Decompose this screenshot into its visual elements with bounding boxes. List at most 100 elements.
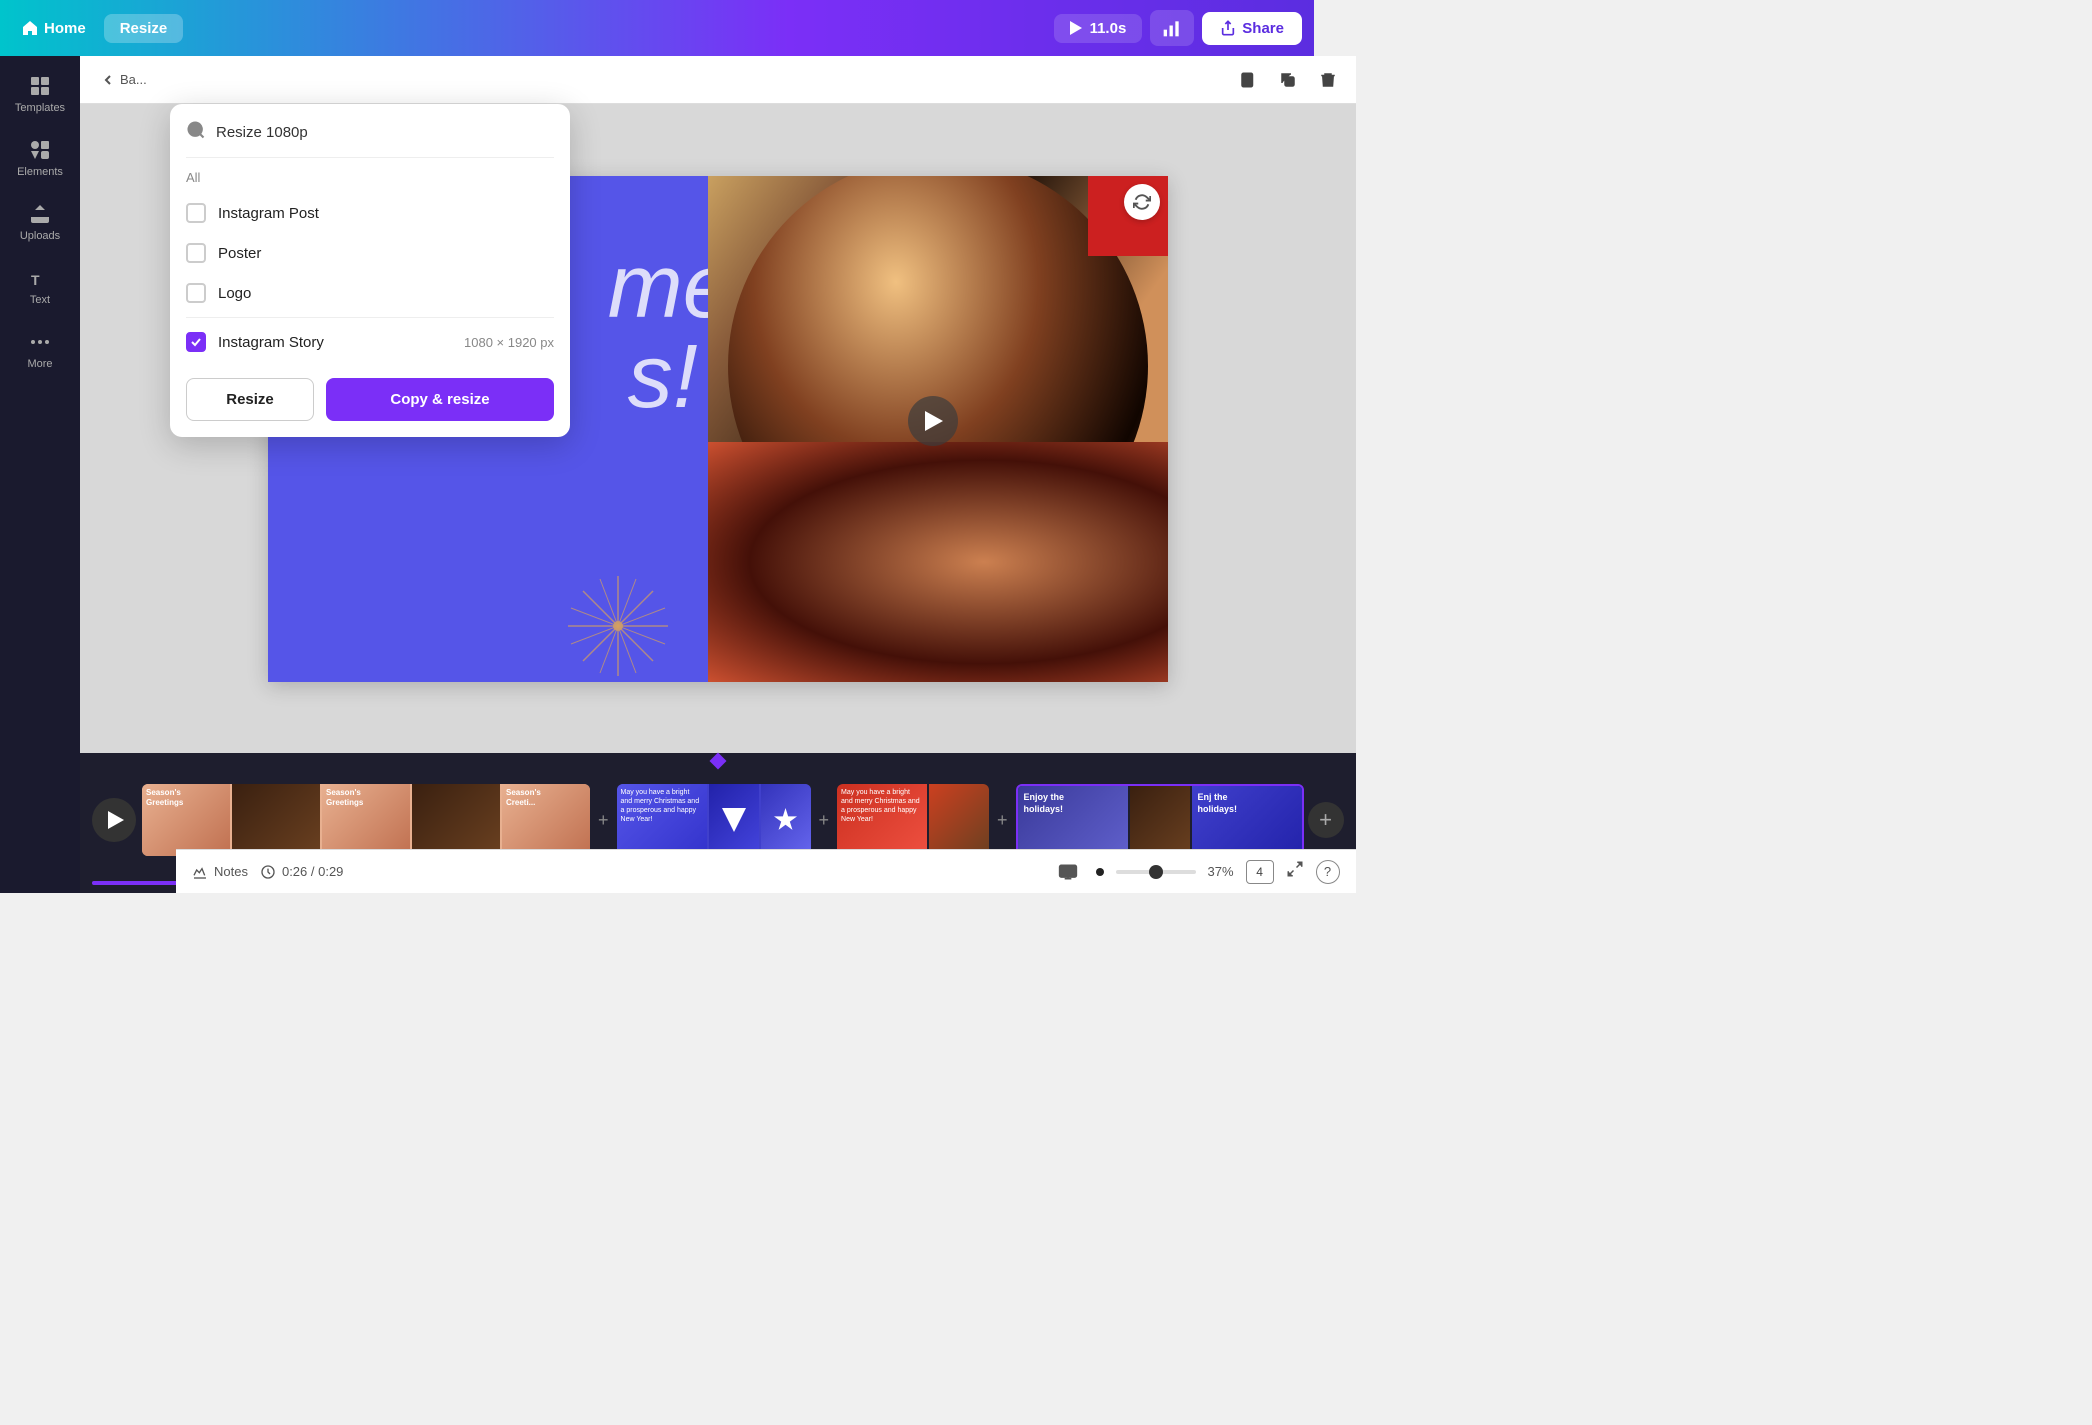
checkbox-poster[interactable] [186, 243, 206, 263]
red-accent [1088, 176, 1168, 256]
dropdown-item-poster[interactable]: Poster [186, 233, 554, 273]
back-button[interactable]: Ba... [92, 68, 155, 92]
timeline-play-icon [108, 811, 124, 829]
clip-thumb-4a: Enjoy theholidays! [1018, 786, 1128, 856]
sidebar: Templates Elements Uploads T Text More [0, 56, 80, 893]
clip-enjoy-text-2-container: Enj theholidays! [1192, 786, 1302, 856]
refresh-button[interactable] [1124, 184, 1160, 220]
dropdown-divider [186, 317, 554, 318]
checkbox-logo[interactable] [186, 283, 206, 303]
expand-button[interactable] [1286, 860, 1304, 883]
clip-group-2[interactable]: May you have a bright and merry Christma… [617, 784, 811, 856]
svg-text:T: T [31, 272, 40, 288]
sidebar-item-elements[interactable]: Elements [0, 128, 80, 188]
resize-dropdown: All Instagram Post Poster Logo Instagram… [170, 104, 570, 437]
clip-star-icon [722, 808, 746, 832]
clip-thumb-3a: May you have a bright and merry Christma… [837, 784, 927, 856]
clip-thumb-1c: Season'sGreetings [322, 784, 410, 856]
zoom-percent: 37% [1208, 864, 1234, 879]
play-triangle-icon [1070, 21, 1082, 35]
clip-thumb-3b [929, 784, 989, 856]
clip-thumb-1d [412, 784, 500, 856]
help-label: ? [1324, 864, 1331, 879]
slider-thumb [1149, 865, 1163, 879]
dropdown-actions: Resize Copy & resize [186, 378, 554, 421]
dropdown-section-label: All [186, 170, 554, 185]
clip-plus-1[interactable]: + [594, 810, 613, 831]
clip-group-3[interactable]: May you have a bright and merry Christma… [837, 784, 989, 856]
pages-counter[interactable]: 4 [1246, 860, 1274, 884]
dropdown-item-instagram-story[interactable]: Instagram Story 1080 × 1920 px [186, 322, 554, 362]
dropdown-item-logo[interactable]: Logo [186, 273, 554, 313]
canvas-text-s: s! [628, 326, 698, 429]
slider-track [1116, 870, 1196, 874]
canvas-sunburst [558, 566, 678, 682]
poster-label: Poster [218, 245, 542, 262]
search-icon [186, 120, 206, 145]
copy-resize-button[interactable]: Copy & resize [326, 378, 554, 421]
clip-plus-3[interactable]: + [993, 810, 1012, 831]
playback-time: 11.0s [1090, 20, 1127, 37]
home-button[interactable]: Home [12, 14, 96, 43]
top-navigation: Home Resize 11.0s Share [0, 0, 1314, 56]
delete-button[interactable] [1312, 64, 1344, 96]
resize-only-button[interactable]: Resize [186, 378, 314, 421]
checkbox-instagram-story[interactable] [186, 332, 206, 352]
clip-thumb-2b [709, 784, 759, 856]
clip-text-3a: May you have a bright and merry Christma… [837, 784, 927, 856]
clip-text-1a: Season'sGreetings [146, 788, 183, 809]
clip-enjoy-text: Enjoy theholidays! [1024, 792, 1122, 815]
notes-button[interactable]: Notes [192, 864, 248, 880]
clip-thumb-2c [761, 784, 811, 856]
bottom-bar: Notes 0:26 / 0:29 37% 4 [176, 849, 1356, 893]
video-play-button[interactable] [908, 396, 958, 446]
analytics-button[interactable] [1150, 10, 1194, 46]
clip-enjoy-text-2: Enj theholidays! [1198, 792, 1296, 815]
instagram-story-size: 1080 × 1920 px [464, 335, 554, 350]
clip-group-4-selected[interactable]: Enjoy theholidays! Enj theholidays! [1016, 784, 1304, 856]
clip-text-1c: Season'sGreetings [326, 788, 363, 809]
clip-plus-2[interactable]: + [815, 810, 834, 831]
instagram-post-label: Instagram Post [218, 205, 542, 222]
zoom-slider[interactable] [1116, 870, 1196, 874]
screen-icon [1058, 862, 1078, 882]
clip-thumb-2a: May you have a bright and merry Christma… [617, 784, 707, 856]
sidebar-item-uploads[interactable]: Uploads [0, 192, 80, 252]
clip-thumb-1b [232, 784, 320, 856]
duplicate-button[interactable] [1272, 64, 1304, 96]
timeline-add-clip-button[interactable]: + [1308, 802, 1344, 838]
dot-indicator [1096, 868, 1104, 876]
home-label: Home [44, 20, 86, 37]
resize-button[interactable]: Resize [104, 14, 184, 43]
photo-bottom [708, 442, 1168, 682]
templates-label: Templates [15, 102, 65, 114]
share-button[interactable]: Share [1202, 12, 1302, 45]
search-row [186, 120, 554, 158]
clip-enjoy-container: Enjoy theholidays! [1018, 786, 1128, 856]
timer-label: 0:26 / 0:29 [282, 864, 343, 879]
sidebar-item-templates[interactable]: Templates [0, 64, 80, 124]
clip-thumb-4c: Enj theholidays! [1192, 786, 1302, 856]
resize-search-input[interactable] [216, 124, 554, 141]
add-page-button[interactable] [1232, 64, 1264, 96]
dropdown-item-instagram-post[interactable]: Instagram Post [186, 193, 554, 233]
clip-text-1e: Season'sCreeti... [506, 788, 541, 809]
clip-thumb-4b [1130, 786, 1190, 856]
clip-text-2a: May you have a bright and merry Christma… [617, 784, 707, 856]
sidebar-item-more[interactable]: More [0, 320, 80, 380]
clip-thumb-1e: Season'sCreeti... [502, 784, 590, 856]
clip-group-1[interactable]: Season'sGreetings Season'sGreetings Seas… [142, 784, 590, 856]
canvas-toolbar: Ba... [80, 56, 1356, 104]
checkbox-instagram-post[interactable] [186, 203, 206, 223]
notes-label: Notes [214, 864, 248, 879]
back-label: Ba... [120, 72, 147, 87]
help-button[interactable]: ? [1316, 860, 1340, 884]
text-label: Text [30, 294, 50, 306]
elements-label: Elements [17, 166, 63, 178]
uploads-label: Uploads [20, 230, 60, 242]
sidebar-item-text[interactable]: T Text [0, 256, 80, 316]
clip-thumb-1a: Season'sGreetings [142, 784, 230, 856]
pages-count: 4 [1256, 865, 1263, 879]
timeline-play-button[interactable] [92, 798, 136, 842]
play-nav-button[interactable]: 11.0s [1054, 14, 1143, 43]
